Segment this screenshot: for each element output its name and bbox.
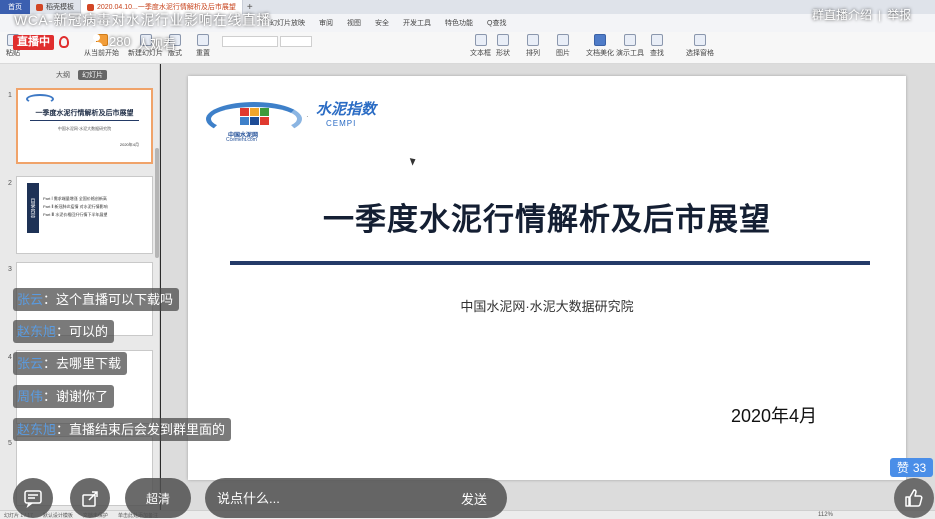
menu-features[interactable]: 特色功能 xyxy=(445,18,473,28)
send-button[interactable]: 发送 xyxy=(449,478,499,518)
slide-date: 2020年4月 xyxy=(731,406,818,426)
thumbnail-scrollbar[interactable] xyxy=(155,148,159,258)
panel-tabs: 大纲 幻灯片 xyxy=(56,70,107,80)
shape-icon xyxy=(497,34,509,46)
picture-icon xyxy=(557,34,569,46)
theme-name: 默认设计模板 xyxy=(42,512,73,519)
slide-thumbnail-2[interactable]: 目录内容 Part Ⅰ 需求端量增涨 全国价格创新高 Part Ⅱ 新冠肺炎疫情… xyxy=(16,176,153,254)
chat-comment: 张云：去哪里下载 xyxy=(13,352,128,375)
menu-devtools[interactable]: 开发工具 xyxy=(403,18,431,28)
link-separator: | xyxy=(878,7,882,22)
mouse-cursor-icon xyxy=(409,156,418,166)
reset-icon xyxy=(197,34,209,46)
menu-view[interactable]: 视图 xyxy=(347,18,361,28)
like-label: 赞 xyxy=(896,461,909,475)
comment-text: ：去哪里下载 xyxy=(43,356,122,371)
find-button[interactable]: 查找 xyxy=(650,34,664,58)
font-name-box[interactable] xyxy=(222,36,278,47)
comment-text: ：谢谢你了 xyxy=(43,389,109,404)
comment-user[interactable]: 赵东旭 xyxy=(17,422,56,437)
viewer-label: 人观看 xyxy=(137,37,177,52)
stream-title: WCA-新冠病毒对水泥行业影响在线直播 xyxy=(14,12,271,28)
beautify-icon xyxy=(594,34,606,46)
tab-outline[interactable]: 大纲 xyxy=(56,70,70,80)
select-pane-button[interactable]: 选择窗格 xyxy=(686,34,714,58)
arrange-button[interactable]: 排列 xyxy=(526,34,540,58)
menu-slideshow[interactable]: 幻灯片放映 xyxy=(270,18,305,28)
textbox-button[interactable]: 文本框 xyxy=(470,34,491,58)
tab-slides[interactable]: 幻灯片 xyxy=(78,70,107,80)
comment-text: ：可以的 xyxy=(56,324,109,339)
thumb-number: 3 xyxy=(8,266,12,273)
chat-comment: 赵东旭：可以的 xyxy=(13,320,115,343)
logo-icon xyxy=(26,94,54,104)
comment-text: ：这个直播可以下载吗 xyxy=(43,292,174,307)
group-intro-link[interactable]: 群直播介绍 xyxy=(812,6,872,23)
chat-comment: 张云：这个直播可以下载吗 xyxy=(13,288,180,311)
find-icon xyxy=(651,34,663,46)
cempi-logo: 水泥指数 CEMPI xyxy=(316,100,377,128)
slide-thumbnail-panel: 大纲 幻灯片 1 一季度水泥行情解析及后市展望 中国水泥网·水泥大数据研究院 2… xyxy=(0,64,160,510)
share-button[interactable] xyxy=(70,478,110,518)
textbox-icon xyxy=(474,34,487,46)
live-mic-icon xyxy=(59,36,69,48)
arrange-icon xyxy=(527,34,539,46)
presenter-tools-button[interactable]: 演示工具 xyxy=(616,34,644,58)
comment-text: ：直播结束后会发到群里面的 xyxy=(56,422,226,437)
select-pane-icon xyxy=(694,34,706,46)
picture-button[interactable]: 图片 xyxy=(556,34,570,58)
comment-user[interactable]: 张云 xyxy=(17,292,43,307)
menu-review[interactable]: 审阅 xyxy=(319,18,333,28)
thumb-number: 1 xyxy=(8,92,12,99)
thumb-number: 2 xyxy=(8,180,12,187)
reset-button[interactable]: 重置 xyxy=(196,34,210,58)
like-count: 33 xyxy=(912,460,927,475)
comment-user[interactable]: 周伟 xyxy=(17,389,43,404)
top-right-links: 群直播介绍 | 举报 xyxy=(812,6,911,23)
chat-list-button[interactable] xyxy=(13,478,53,518)
comment-list-icon xyxy=(24,490,42,508)
shape-button[interactable]: 形状 xyxy=(496,34,510,58)
comment-user[interactable]: 赵东旭 xyxy=(17,324,56,339)
slide-canvas-area: 中国水泥网 Ccement.com · 水泥指数 CEMPI 一季度水泥行情解析… xyxy=(161,64,935,510)
viewer-count: 280 xyxy=(109,34,131,49)
ccement-logo: 中国水泥网 Ccement.com xyxy=(206,98,302,143)
viewer-person-icon xyxy=(89,34,104,49)
current-slide[interactable]: 中国水泥网 Ccement.com · 水泥指数 CEMPI 一季度水泥行情解析… xyxy=(188,76,906,480)
report-link[interactable]: 举报 xyxy=(887,6,911,23)
live-badge: 直播中 xyxy=(13,35,54,50)
presenter-icon xyxy=(624,34,636,46)
logo-separator: · xyxy=(306,112,309,121)
title-divider xyxy=(230,261,870,265)
comment-user[interactable]: 张云 xyxy=(17,356,43,371)
like-button[interactable] xyxy=(894,478,934,518)
menu-search[interactable]: Q查找 xyxy=(487,18,506,28)
thumbs-up-icon xyxy=(905,489,923,507)
chat-comment: 赵东旭：直播结束后会发到群里面的 xyxy=(13,418,232,441)
share-icon xyxy=(82,491,98,507)
slide-subtitle: 中国水泥网·水泥大数据研究院 xyxy=(460,299,634,314)
menu-security[interactable]: 安全 xyxy=(375,18,389,28)
slide-title: 一季度水泥行情解析及后市展望 xyxy=(323,202,771,238)
quality-selector[interactable]: 超清 xyxy=(125,478,191,518)
zoom-level[interactable]: 112% xyxy=(818,512,833,518)
slide-thumbnail-1[interactable]: 一季度水泥行情解析及后市展望 中国水泥网·水泥大数据研究院 2020年4月 xyxy=(16,88,153,164)
thumb-number: 4 xyxy=(8,354,12,361)
chat-comment: 周伟：谢谢你了 xyxy=(13,385,115,408)
font-size-box[interactable] xyxy=(280,36,312,47)
chat-input-bar: 发送 xyxy=(205,478,507,518)
doc-beautify-button[interactable]: 文档美化 xyxy=(586,34,614,58)
like-count-badge: 赞 33 xyxy=(890,458,933,477)
thumb-agenda: Part Ⅰ 需求端量增涨 全国价格创新高 Part Ⅱ 新冠肺炎疫情 对水泥行… xyxy=(43,196,108,217)
chat-input[interactable] xyxy=(217,478,437,518)
thumb-number: 5 xyxy=(8,440,12,447)
